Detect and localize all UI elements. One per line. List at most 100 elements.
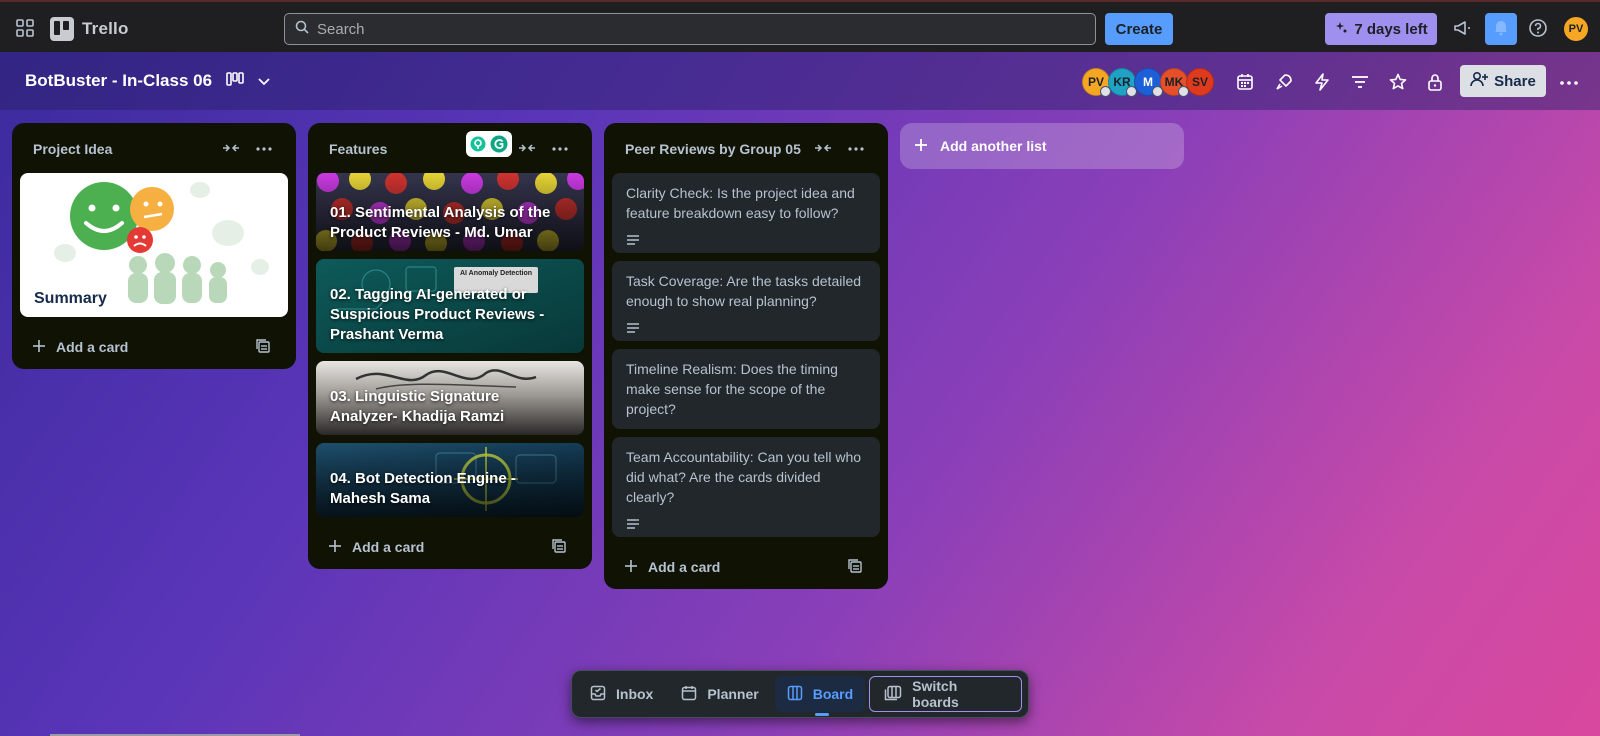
board-header: BotBuster - In-Class 06 PV KR M MK SV xyxy=(0,52,1600,110)
description-icon xyxy=(626,319,866,333)
board-menu-more-icon[interactable] xyxy=(1560,72,1578,90)
list-more-icon[interactable] xyxy=(552,138,568,156)
nav-inbox-label: Inbox xyxy=(616,686,654,702)
list-features[interactable]: Features 01. Sentimental Analysis of the… xyxy=(308,123,592,569)
star-icon[interactable] xyxy=(1387,71,1409,93)
member-avatar-kr[interactable]: KR xyxy=(1108,68,1137,97)
member-avatar-pv[interactable]: PV xyxy=(1082,68,1111,97)
card-task-coverage[interactable]: Task Coverage: Are the tasks detailed en… xyxy=(612,261,880,341)
help-icon[interactable] xyxy=(1527,17,1549,39)
add-a-card-button[interactable]: Add a card xyxy=(20,325,288,369)
megaphone-icon[interactable] xyxy=(1451,17,1473,39)
list-title[interactable]: Peer Reviews by Group 05 xyxy=(625,141,801,157)
card-title: 04. Bot Detection Engine - Mahesh Sama xyxy=(330,470,516,507)
cover-image-text: AI Anomaly Detection xyxy=(459,270,533,277)
description-icon xyxy=(626,515,866,529)
list-project-idea[interactable]: Project Idea Summary Add a card xyxy=(12,123,296,369)
nav-board[interactable]: Board xyxy=(774,676,866,716)
add-a-card-button[interactable]: Add a card xyxy=(316,525,584,569)
app-switcher-icon[interactable] xyxy=(16,19,34,37)
filter-icon[interactable] xyxy=(1349,71,1371,93)
search-bar[interactable] xyxy=(284,13,1096,45)
member-initials: SV xyxy=(1191,75,1208,89)
plus-icon xyxy=(624,559,638,576)
card-feature-01[interactable]: 01. Sentimental Analysis of the Product … xyxy=(316,173,584,251)
grammarly-extension-icon[interactable] xyxy=(466,131,512,157)
card-timeline-realism[interactable]: Timeline Realism: Does the timing make s… xyxy=(612,349,880,429)
list-more-icon[interactable] xyxy=(848,138,864,156)
member-avatar-m[interactable]: M xyxy=(1134,68,1163,97)
automation-lightning-icon[interactable] xyxy=(1311,71,1333,93)
list-more-icon[interactable] xyxy=(256,138,272,156)
description-icon xyxy=(626,231,866,245)
member-avatar-sv[interactable]: SV xyxy=(1186,68,1214,96)
trial-days-left-button[interactable]: 7 days left xyxy=(1325,13,1437,45)
card-feature-03[interactable]: 03. Linguistic Signature Analyzer- Khadi… xyxy=(316,361,584,435)
nav-board-label: Board xyxy=(812,686,854,702)
search-input[interactable] xyxy=(317,20,1077,38)
trello-logo[interactable]: Trello xyxy=(50,17,129,41)
card-feature-02[interactable]: AI Anomaly Detection 02. Tagging AI-gene… xyxy=(316,259,584,353)
trial-label: 7 days left xyxy=(1354,20,1428,38)
sparkle-icon xyxy=(1334,20,1348,38)
add-list-label: Add another list xyxy=(940,138,1047,154)
board-view-switcher[interactable] xyxy=(226,72,270,91)
lock-icon[interactable] xyxy=(1424,71,1446,93)
calendar-icon[interactable] xyxy=(1234,71,1256,93)
list-header: Peer Reviews by Group 05 xyxy=(612,123,880,173)
nav-inbox[interactable]: Inbox xyxy=(578,676,665,712)
card-title: Clarity Check: Is the project idea and f… xyxy=(626,185,855,221)
card-template-icon[interactable] xyxy=(256,339,270,356)
share-button[interactable]: Share xyxy=(1460,65,1546,97)
list-title[interactable]: Project Idea xyxy=(33,141,112,157)
user-avatar[interactable]: PV xyxy=(1564,17,1588,41)
notifications-button[interactable] xyxy=(1485,13,1517,45)
add-another-list-button[interactable]: Add another list xyxy=(900,123,1184,169)
member-initials: M xyxy=(1143,75,1153,89)
switch-boards-icon xyxy=(884,685,902,704)
list-peer-reviews[interactable]: Peer Reviews by Group 05 Clarity Check: … xyxy=(604,123,888,589)
share-label: Share xyxy=(1494,72,1536,90)
card-template-icon[interactable] xyxy=(848,559,862,576)
card-clarity-check[interactable]: Clarity Check: Is the project idea and f… xyxy=(612,173,880,253)
add-card-label: Add a card xyxy=(648,559,721,575)
app-name: Trello xyxy=(82,19,129,38)
nav-planner[interactable]: Planner xyxy=(669,676,770,712)
bottom-navigation: Inbox Planner Board Switch boards xyxy=(571,670,1029,718)
card-title: 03. Linguistic Signature Analyzer- Khadi… xyxy=(330,388,505,425)
add-a-card-button[interactable]: Add a card xyxy=(612,545,880,589)
board-title[interactable]: BotBuster - In-Class 06 xyxy=(25,71,212,91)
nav-planner-label: Planner xyxy=(707,686,759,702)
board-columns-icon xyxy=(787,685,803,704)
card-title: Timeline Realism: Does the timing make s… xyxy=(626,361,838,417)
board-members[interactable]: PV KR M MK SV xyxy=(1082,68,1214,97)
card-summary[interactable]: Summary xyxy=(20,173,288,317)
plus-icon xyxy=(32,339,46,356)
power-ups-rocket-icon[interactable] xyxy=(1273,71,1295,93)
add-card-label: Add a card xyxy=(56,339,129,355)
trello-logo-icon xyxy=(50,17,74,41)
nav-switch-boards-label: Switch boards xyxy=(912,678,959,710)
card-template-icon[interactable] xyxy=(552,539,566,556)
add-card-label: Add a card xyxy=(352,539,425,555)
inbox-icon xyxy=(590,685,606,704)
chevron-down-icon xyxy=(258,73,270,91)
card-title: 01. Sentimental Analysis of the Product … xyxy=(330,204,551,241)
plus-icon xyxy=(328,539,342,556)
search-icon xyxy=(295,20,309,39)
create-button[interactable]: Create xyxy=(1105,13,1173,45)
collapse-list-icon[interactable] xyxy=(222,141,240,159)
nav-switch-boards[interactable]: Switch boards xyxy=(869,676,1022,712)
card-title: Task Coverage: Are the tasks detailed en… xyxy=(626,273,862,309)
planner-calendar-icon xyxy=(681,685,697,704)
collapse-list-icon[interactable] xyxy=(814,141,832,159)
list-header: Project Idea xyxy=(20,123,288,173)
card-team-accountability[interactable]: Team Accountability: Can you tell who di… xyxy=(612,437,880,537)
list-title[interactable]: Features xyxy=(329,141,387,157)
card-feature-04[interactable]: 04. Bot Detection Engine - Mahesh Sama xyxy=(316,443,584,517)
member-avatar-mk[interactable]: MK xyxy=(1160,68,1189,97)
list-header: Features xyxy=(316,123,584,173)
collapse-list-icon[interactable] xyxy=(518,141,536,159)
board-view-icon xyxy=(226,72,244,91)
card-title: 02. Tagging AI-generated or Suspicious P… xyxy=(330,286,545,343)
